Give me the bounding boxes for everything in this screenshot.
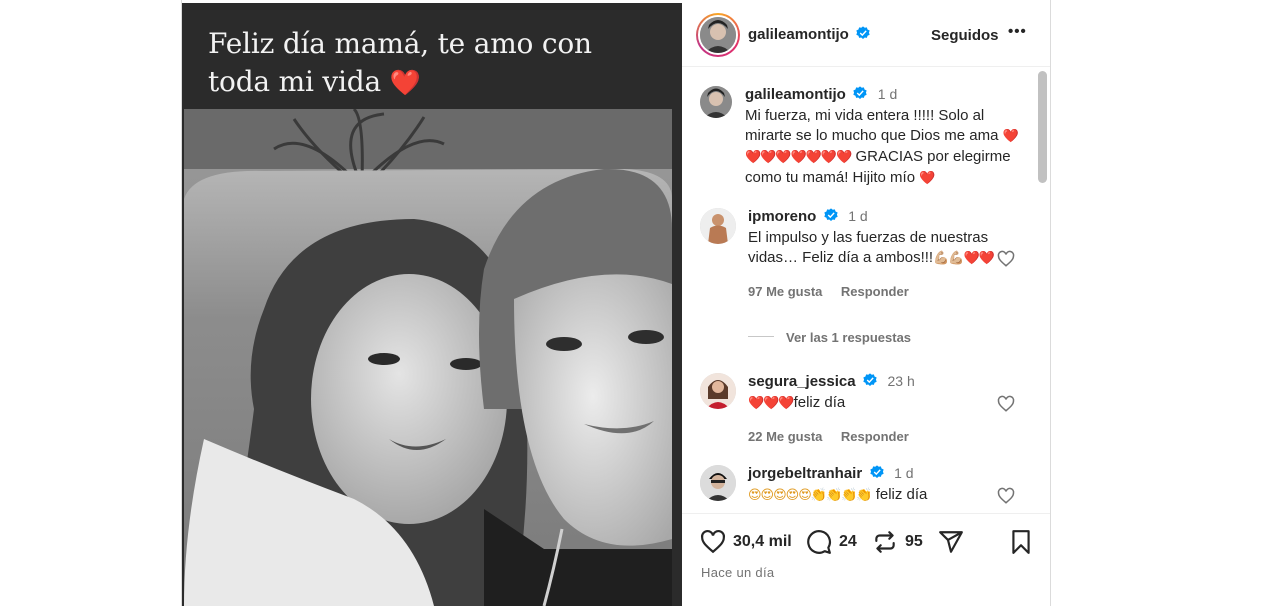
header-username[interactable]: galileamontijo: [748, 26, 849, 43]
comment-bubble-icon[interactable]: [806, 529, 832, 555]
caption-text-block: Mi fuerza, mi vida entera !!!!! Solo al …: [745, 106, 1030, 189]
caption-username[interactable]: galileamontijo: [745, 86, 846, 103]
post-photo: [184, 109, 672, 606]
reply-button[interactable]: Responder: [841, 284, 909, 299]
comment-avatar[interactable]: [700, 208, 736, 244]
comment-username[interactable]: ipmoreno: [748, 208, 816, 225]
verified-badge-icon: [863, 373, 877, 386]
reposts-count[interactable]: 95: [905, 533, 923, 551]
comment-time[interactable]: 23 h: [887, 373, 914, 389]
header-user: galileamontijo: [748, 26, 870, 44]
like-comment-heart-icon[interactable]: [997, 395, 1015, 413]
caption-end-heart: ❤️: [919, 171, 935, 186]
avatar-face-icon: [700, 465, 736, 501]
instagram-post-modal: Feliz día mamá, te amo con toda mi vida …: [181, 0, 1051, 606]
comment-text: feliz día: [875, 486, 928, 503]
following-button[interactable]: Seguidos: [931, 27, 999, 44]
comment-likes[interactable]: 22 Me gusta: [748, 429, 822, 444]
heart-emoji: ❤️: [389, 68, 421, 97]
avatar-face-icon: [700, 208, 736, 244]
replies-divider: [748, 336, 774, 337]
avatar-face-icon: [700, 17, 736, 53]
like-comment-heart-icon[interactable]: [997, 487, 1015, 505]
selfie-photo-illustration: [184, 109, 672, 606]
comment-emoji: 😍😍😍😍😍👏👏👏👏: [748, 488, 873, 503]
post-side-panel: galileamontijo Seguidos ••• galileamonti…: [682, 3, 1050, 606]
comment-text: feliz día: [793, 394, 846, 411]
verified-badge-icon: [853, 86, 867, 99]
comments-count[interactable]: 24: [839, 533, 857, 551]
verified-badge-icon: [856, 26, 870, 39]
comments-list[interactable]: galileamontijo 1 d Mi fuerza, mi vida en…: [682, 68, 1050, 513]
comment-avatar[interactable]: [700, 373, 736, 409]
post-media[interactable]: Feliz día mamá, te amo con toda mi vida …: [182, 3, 682, 606]
reply-button[interactable]: Responder: [841, 429, 909, 444]
comment-text-block: 😍😍😍😍😍👏👏👏👏 feliz día: [748, 485, 998, 506]
comment-item: ipmoreno 1 d El impulso y las fuerzas de…: [700, 208, 1030, 348]
comment-emoji: ❤️❤️❤️: [748, 396, 795, 411]
avatar[interactable]: [698, 15, 738, 55]
avatar-face-icon: [700, 373, 736, 409]
post-timestamp[interactable]: Hace un día: [701, 565, 774, 580]
comment-item: jorgebeltranhair 1 d 😍😍😍😍😍👏👏👏👏 feliz día: [700, 465, 1030, 513]
comment-emoji: 💪🏼💪🏼❤️❤️: [933, 251, 995, 266]
verified-badge-icon: [824, 208, 838, 221]
more-options-icon[interactable]: •••: [1008, 23, 1027, 40]
save-bookmark-icon[interactable]: [1008, 529, 1034, 555]
comment-username[interactable]: segura_jessica: [748, 373, 856, 390]
comment-text-block: El impulso y las fuerzas de nuestras vid…: [748, 228, 998, 269]
comment-time[interactable]: 1 d: [848, 208, 867, 224]
post-actions-bar: 30,4 mil 24 95 Hace un día: [682, 513, 1050, 606]
caption-avatar[interactable]: [700, 86, 732, 118]
verified-badge-icon: [870, 465, 884, 478]
comment-time[interactable]: 1 d: [894, 465, 913, 481]
comment-likes[interactable]: 97 Me gusta: [748, 284, 822, 299]
view-replies-button[interactable]: Ver las 1 respuestas: [786, 330, 911, 345]
like-comment-heart-icon[interactable]: [997, 250, 1015, 268]
caption-text: Mi fuerza, mi vida entera !!!!! Solo al …: [745, 107, 999, 144]
likes-count[interactable]: 30,4 mil: [733, 533, 792, 551]
story-overlay-text: Feliz día mamá, te amo con toda mi vida …: [208, 25, 628, 102]
post-header: galileamontijo Seguidos •••: [682, 3, 1050, 67]
comment-item: segura_jessica 23 h ❤️❤️❤️feliz día 22 M…: [700, 373, 1030, 453]
comment-text-block: ❤️❤️❤️feliz día: [748, 393, 998, 414]
share-send-icon[interactable]: [938, 529, 964, 555]
comment-avatar[interactable]: [700, 465, 736, 501]
avatar-face-icon: [700, 86, 732, 118]
like-heart-icon[interactable]: [700, 529, 726, 555]
caption-time[interactable]: 1 d: [878, 86, 897, 102]
comments-scrollbar[interactable]: [1038, 71, 1047, 183]
repost-icon[interactable]: [872, 529, 898, 555]
comment-username[interactable]: jorgebeltranhair: [748, 465, 862, 482]
